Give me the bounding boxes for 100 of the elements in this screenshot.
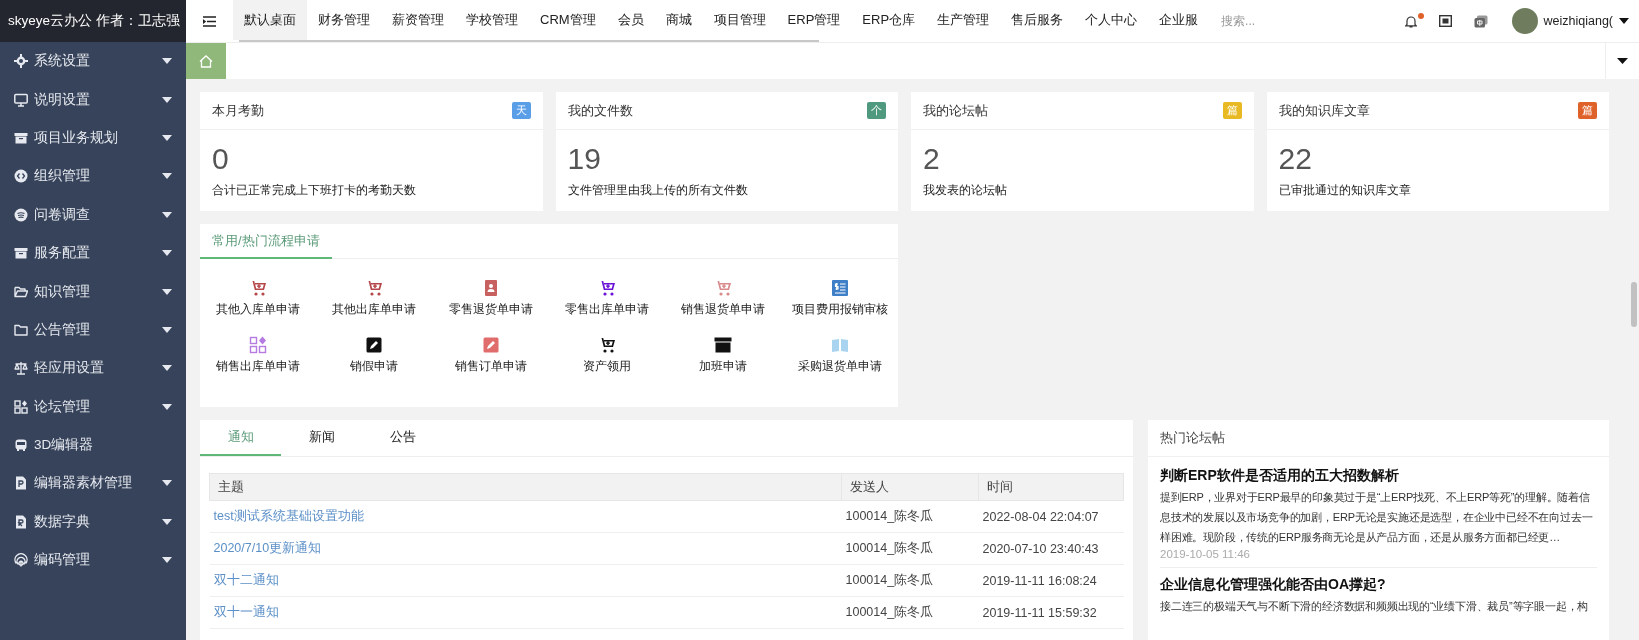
archive-icon [14,130,28,145]
nav-tab[interactable]: 项目管理 [702,0,777,40]
scale-icon [14,361,28,376]
lines-circle-icon [14,207,28,222]
stat-value: 22 [1277,141,1313,177]
stat-value: 19 [566,141,602,177]
table-cell: 100014_陈冬瓜 [841,596,979,629]
process-shortcut[interactable]: 零售退货单申请 [432,279,549,318]
nav-tab[interactable]: ERP仓库 [851,0,927,40]
table-cell: 2020-07-10 23:40:43 [978,532,1124,565]
column-header: 主题 [209,473,842,501]
nav-tab[interactable]: 默认桌面 [233,0,307,40]
nav-tab[interactable]: 企业服 [1148,0,1210,40]
nav-tab[interactable]: 售后服务 [1000,0,1075,40]
layers-icon[interactable] [1473,14,1488,28]
table-cell: 2022-08-04 22:04:07 [978,500,1124,533]
home-icon [199,54,213,68]
archive-icon [14,246,28,261]
menu-icon[interactable] [203,15,216,27]
sidebar-item[interactable]: 论坛管理 [0,387,186,426]
process-shortcut[interactable]: 销假申请 [316,336,433,375]
scrollbar-thumb[interactable] [239,40,819,42]
process-shortcut[interactable]: 销售出库单申请 [200,336,317,375]
nav-tab[interactable]: 学校管理 [455,0,529,40]
nav-tab[interactable]: 生产管理 [926,0,1001,40]
avatar [1511,8,1538,34]
panel-tab[interactable]: 公告 [362,420,443,456]
panel-tab[interactable]: 新闻 [281,420,362,456]
bell-icon[interactable] [1404,14,1417,28]
process-shortcut[interactable]: 其他出库单申请 [316,279,433,318]
sidebar-item[interactable]: 3D编辑器 [0,425,186,465]
panel-tab[interactable]: 通知 [200,420,281,456]
monitor-icon [14,92,28,107]
table-cell: 100014_陈冬瓜 [841,500,979,533]
column-header: 发送人 [841,473,979,501]
sidebar-item[interactable]: 系统设置 [0,42,186,81]
table-cell: 2019-11-11 16:08:24 [978,564,1124,597]
sidebar-item[interactable]: 服务配置 [0,233,186,273]
folder-icon [14,322,28,337]
caret-icon [1617,58,1628,64]
notice-link[interactable]: 双十一通知 [213,605,279,619]
file-icon [14,476,28,491]
post-date: 2019-10-05 11:46 [1160,548,1251,560]
notice-link[interactable]: 2020/7/10更新通知 [213,541,322,555]
process-shortcut[interactable]: 销售订单申请 [432,336,549,375]
post-excerpt: 接二连三的极端天气与不断下滑的经济数据和频频出现的“业绩下滑、裁员”等字眼一起，构 [1160,599,1590,614]
sidebar-item[interactable]: 知识管理 [0,272,186,311]
stat-value: 2 [922,141,941,177]
panel-tab[interactable]: 常用/热门流程申请 [200,224,332,259]
apps-icon [14,399,28,414]
nav-tab[interactable]: ERP管理 [776,0,852,40]
notice-link[interactable]: test测试系统基础设置功能 [213,509,364,523]
nav-tab[interactable]: 个人中心 [1074,0,1149,40]
sidebar-item[interactable]: 轻应用设置 [0,349,186,388]
card-title: 本月考勤 [212,101,264,120]
file-icon [14,514,28,529]
process-shortcut[interactable]: 加班申请 [665,336,782,375]
nav-tab[interactable]: 薪资管理 [381,0,455,40]
image-frame-icon[interactable] [1438,15,1452,27]
notice-link[interactable]: 双十二通知 [213,573,279,587]
unit-badge: 天 [511,102,531,119]
card-title: 我的论坛帖 [923,101,988,120]
process-shortcut[interactable]: 资产领用 [549,336,666,375]
sidebar-item[interactable]: 数据字典 [0,502,186,542]
column-header: 时间 [978,473,1124,501]
card-description: 已审批通过的知识库文章 [1277,182,1412,199]
unit-badge: 篇 [1578,102,1597,119]
card-description: 文件管理里由我上传的所有文件数 [566,182,749,199]
post-title[interactable]: 企业信息化管理强化能否由OA撑起? [1160,576,1597,594]
sidebar-item[interactable]: 说明设置 [0,80,186,119]
table-cell: 100014_陈冬瓜 [841,564,979,597]
app-brand: skyeye云办公 作者：卫志强 [0,0,186,42]
process-shortcut[interactable]: 零售出库单申请 [549,279,666,318]
nav-tab[interactable]: 商城 [654,0,703,40]
nav-tab[interactable]: 财务管理 [307,0,381,40]
card-title: 我的知识库文章 [1278,101,1370,120]
bus-icon [14,438,28,453]
stat-value: 0 [211,141,230,177]
sidebar-item[interactable]: 编辑器素材管理 [0,464,186,503]
unit-badge: 篇 [1222,102,1242,119]
user-menu[interactable]: weizhiqiang( [1511,8,1629,34]
fingerprint-icon [14,553,28,568]
sidebar-item[interactable]: 组织管理 [0,157,186,196]
nav-tab[interactable]: 会员 [606,0,655,40]
sidebar-item[interactable]: 编码管理 [0,541,186,580]
process-shortcut[interactable]: 销售退货单申请 [665,279,782,318]
sidebar-item[interactable]: 项目业务规划 [0,118,186,158]
panel-title: 热门论坛帖 [1148,420,1609,457]
post-excerpt: 提到ERP，业界对于ERP最早的印象莫过于是“上ERP找死、不上ERP等死”的理解。随着信息技术的发展以及市场竞争的加剧，ERP无论是实施还是选型，在企业中已经不在向过去一样困难。现阶段，传统的ERP服务商无论是从产品方面，还是从服务方面都已经更… [1160,490,1594,545]
post-title[interactable]: 判断ERP软件是否适用的五大招数解析 [1160,467,1597,485]
nav-tab[interactable]: CRM管理 [529,0,607,40]
code-circle-icon [14,169,28,184]
table-cell: 2019-11-11 15:59:32 [978,596,1124,629]
card-description: 我发表的论坛帖 [922,182,1008,199]
sidebar-item[interactable]: 问卷调查 [0,195,186,234]
process-shortcut[interactable]: 其他入库单申请 [200,279,317,318]
sidebar-item[interactable]: 公告管理 [0,310,186,350]
scrollbar-thumb[interactable] [1631,282,1637,327]
process-shortcut[interactable]: 采购退货单申请 [781,336,898,375]
process-shortcut[interactable]: 项目费用报销审核 [781,279,898,318]
